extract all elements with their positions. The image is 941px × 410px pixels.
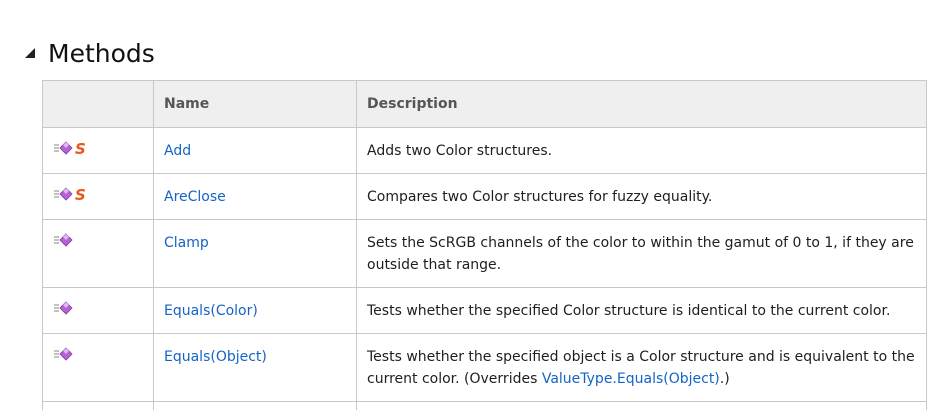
public-method-icon — [53, 301, 73, 315]
member-name-cell: AreClose — [154, 174, 357, 220]
overrides-link[interactable]: ValueType.Equals(Object) — [542, 371, 720, 387]
member-description: Tests whether the specified object is a … — [357, 334, 927, 402]
methods-section-header[interactable]: Methods — [20, 18, 155, 89]
member-icons: S — [43, 128, 154, 174]
public-method-icon — [53, 141, 73, 155]
member-name-cell: Clamp — [154, 220, 357, 288]
name-column-header: Name — [154, 81, 357, 128]
member-name-cell — [154, 402, 357, 410]
table-row: S AreClose Compares two Color structures… — [43, 174, 927, 220]
methods-table: Name Description S — [42, 80, 927, 410]
member-description: Tests whether the specified Color struct… — [357, 288, 927, 334]
section-title: Methods — [48, 39, 155, 68]
collapse-triangle-icon[interactable] — [20, 43, 40, 63]
svg-text:S: S — [75, 140, 86, 156]
svg-text:S: S — [75, 186, 86, 202]
table-row: S Add Adds two Color structures. — [43, 128, 927, 174]
description-text: .) — [720, 371, 730, 387]
member-icons — [43, 334, 154, 402]
table-row: Equals(Object) Tests whether the specifi… — [43, 334, 927, 402]
member-description: Adds two Color structures. — [357, 128, 927, 174]
member-link[interactable]: Equals(Color) — [164, 303, 258, 319]
table-row: Clamp Sets the ScRGB channels of the col… — [43, 220, 927, 288]
member-description: Sets the ScRGB channels of the color to … — [357, 220, 927, 288]
member-name-cell: Equals(Object) — [154, 334, 357, 402]
member-icons — [43, 402, 154, 410]
table-row — [43, 402, 927, 410]
icon-column-header — [43, 81, 154, 128]
static-member-icon: S — [74, 140, 88, 156]
member-icons — [43, 288, 154, 334]
member-link[interactable]: Equals(Object) — [164, 349, 267, 365]
public-method-icon — [53, 233, 73, 247]
static-member-icon: S — [74, 186, 88, 202]
member-icons — [43, 220, 154, 288]
public-method-icon — [53, 347, 73, 361]
member-description — [357, 402, 927, 410]
description-column-header: Description — [357, 81, 927, 128]
member-link[interactable]: AreClose — [164, 189, 226, 205]
table-header-row: Name Description — [43, 81, 927, 128]
table-row: Equals(Color) Tests whether the specifie… — [43, 288, 927, 334]
public-method-icon — [53, 187, 73, 201]
member-description: Compares two Color structures for fuzzy … — [357, 174, 927, 220]
member-icons: S — [43, 174, 154, 220]
member-link[interactable]: Add — [164, 143, 191, 159]
member-name-cell: Equals(Color) — [154, 288, 357, 334]
member-link[interactable]: Clamp — [164, 235, 209, 251]
member-name-cell: Add — [154, 128, 357, 174]
